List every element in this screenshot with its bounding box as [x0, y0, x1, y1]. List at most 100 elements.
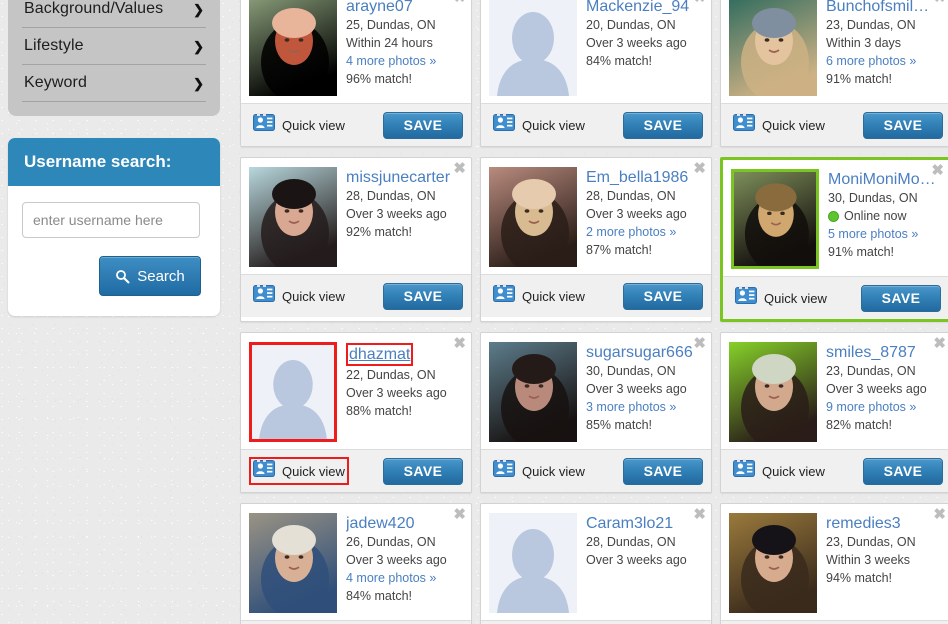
avatar[interactable]: [249, 167, 337, 267]
profile-username-link[interactable]: Caram3lo21: [586, 514, 673, 533]
profile-username-link[interactable]: jadew420: [346, 514, 415, 533]
more-photos-link[interactable]: 5 more photos »: [828, 225, 941, 243]
match-percent: 84% match!: [346, 589, 413, 603]
profile-age-location: 23, Dundas, ON: [826, 364, 916, 378]
search-button[interactable]: Search: [99, 256, 201, 296]
save-button[interactable]: SAVE: [863, 111, 943, 139]
profile-card[interactable]: ✖ Bunchofsmil… 23, Dundas, ON Within 3 days…: [720, 0, 948, 147]
profile-card[interactable]: ✖ smiles_8787 23, Dundas, ON Over 3 weeks a…: [720, 332, 948, 493]
close-icon[interactable]: ✖: [453, 161, 466, 176]
avatar[interactable]: [249, 513, 337, 613]
profile-username-link[interactable]: smiles_8787: [826, 343, 916, 362]
avatar[interactable]: [729, 342, 817, 442]
save-button[interactable]: SAVE: [383, 111, 463, 139]
quick-view-button[interactable]: Quick view: [489, 282, 589, 310]
save-button[interactable]: SAVE: [863, 457, 943, 485]
profile-card-body: MoniMoniMo… 30, Dundas, ON Online now 5 mor…: [723, 160, 948, 276]
quick-view-button[interactable]: Quick view: [489, 111, 589, 139]
contact-card-icon: [253, 113, 275, 137]
profile-card-actions: Quick view SAVE: [481, 449, 711, 492]
profile-details: smiles_8787 23, Dundas, ON Over 3 weeks ag…: [817, 342, 943, 442]
close-icon[interactable]: ✖: [693, 336, 706, 351]
profile-card[interactable]: ✖ jadew420 26, Dundas, ON Over 3 weeks ago 4…: [240, 503, 472, 624]
close-icon[interactable]: ✖: [693, 507, 706, 522]
save-button[interactable]: SAVE: [861, 284, 941, 312]
last-seen: Within 3 days: [826, 36, 902, 50]
quick-view-button[interactable]: Quick view: [249, 111, 349, 139]
avatar[interactable]: [249, 342, 337, 442]
more-photos-link[interactable]: 2 more photos »: [586, 223, 703, 241]
last-seen: Over 3 weeks ago: [586, 36, 687, 50]
magnifier-icon: [115, 269, 130, 284]
profile-card[interactable]: ✖ sugarsugar666 30, Dundas, ON Over 3 weeks…: [480, 332, 712, 493]
avatar[interactable]: [729, 513, 817, 613]
profile-username-link[interactable]: Em_bella1986: [586, 168, 688, 187]
quick-view-button[interactable]: Quick view: [729, 457, 829, 485]
profile-username-link[interactable]: remedies3: [826, 514, 901, 533]
profile-username-link[interactable]: dhazmat: [346, 343, 414, 366]
avatar[interactable]: [489, 342, 577, 442]
quick-view-button[interactable]: Quick view: [249, 282, 349, 310]
profile-card[interactable]: ✖ Caram3lo21 28, Dundas, ON Over 3 weeks ag…: [480, 503, 712, 624]
sidebar-filter-lifestyle[interactable]: Lifestyle ❯: [22, 28, 206, 65]
close-icon[interactable]: ✖: [693, 0, 706, 5]
profile-card[interactable]: ✖ missjunecarter 28, Dundas, ON Over 3 week…: [240, 157, 472, 322]
sidebar-filter-keyword[interactable]: Keyword ❯: [22, 65, 206, 102]
close-icon[interactable]: ✖: [933, 0, 946, 5]
profile-card[interactable]: ✖ Mackenzie_94 20, Dundas, ON Over 3 weeks …: [480, 0, 712, 147]
profile-card-actions: Quick view SAVE: [481, 103, 711, 146]
chevron-right-icon: ❯: [193, 38, 204, 54]
more-photos-link[interactable]: 6 more photos »: [826, 52, 943, 70]
profile-card[interactable]: ✖ Em_bella1986 28, Dundas, ON Over 3 weeks …: [480, 157, 712, 322]
contact-card-icon: [733, 113, 755, 137]
avatar[interactable]: [489, 0, 577, 96]
profile-age-location: 30, Dundas, ON: [828, 191, 918, 205]
profile-age-location: 20, Dundas, ON: [586, 18, 676, 32]
sidebar-filter-background-values[interactable]: Background/Values ❯: [22, 0, 206, 28]
avatar[interactable]: [249, 0, 337, 96]
profile-card[interactable]: ✖ dhazmat 22, Dundas, ON Over 3 weeks ago 88…: [240, 332, 472, 493]
more-photos-link[interactable]: 4 more photos »: [346, 52, 463, 70]
profile-username-link[interactable]: arayne07: [346, 0, 413, 16]
close-icon[interactable]: ✖: [453, 507, 466, 522]
profile-username-link[interactable]: sugarsugar666: [586, 343, 693, 362]
results-page: Background/Values ❯ Lifestyle ❯ Keyword …: [0, 0, 948, 624]
close-icon[interactable]: ✖: [453, 336, 466, 351]
match-percent: 87% match!: [586, 243, 653, 257]
profile-username-link[interactable]: Mackenzie_94: [586, 0, 689, 16]
profile-card-body: missjunecarter 28, Dundas, ON Over 3 weeks…: [241, 158, 471, 274]
avatar[interactable]: [489, 513, 577, 613]
save-button[interactable]: SAVE: [623, 282, 703, 310]
profile-username-link[interactable]: MoniMoniMo…: [828, 170, 936, 189]
save-button[interactable]: SAVE: [383, 282, 463, 310]
more-photos-link[interactable]: 3 more photos »: [586, 398, 703, 416]
close-icon[interactable]: ✖: [693, 161, 706, 176]
avatar[interactable]: [729, 0, 817, 96]
close-icon[interactable]: ✖: [453, 0, 466, 5]
quick-view-button[interactable]: Quick view: [729, 111, 829, 139]
avatar[interactable]: [731, 169, 819, 269]
contact-card-icon: [735, 286, 757, 310]
match-percent: 96% match!: [346, 72, 413, 86]
profile-username-link[interactable]: Bunchofsmil…: [826, 0, 929, 16]
save-button[interactable]: SAVE: [383, 457, 463, 485]
save-button[interactable]: SAVE: [623, 111, 703, 139]
more-photos-link[interactable]: 9 more photos »: [826, 398, 943, 416]
quick-view-button[interactable]: Quick view: [731, 284, 831, 312]
username-search-input[interactable]: [22, 202, 200, 238]
save-button[interactable]: SAVE: [623, 457, 703, 485]
close-icon[interactable]: ✖: [931, 163, 944, 178]
close-icon[interactable]: ✖: [933, 507, 946, 522]
close-icon[interactable]: ✖: [933, 336, 946, 351]
avatar[interactable]: [489, 167, 577, 267]
profile-age-location: 25, Dundas, ON: [346, 18, 436, 32]
quick-view-button[interactable]: Quick view: [489, 457, 589, 485]
profile-card[interactable]: ✖ arayne07 25, Dundas, ON Within 24 hours 4 …: [240, 0, 472, 147]
profile-username-link[interactable]: missjunecarter: [346, 168, 450, 187]
quick-view-label: Quick view: [522, 463, 585, 479]
profile-card[interactable]: ✖ MoniMoniMo… 30, Dundas, ON Online now 5 mo…: [720, 157, 948, 322]
profile-card-body: Bunchofsmil… 23, Dundas, ON Within 3 days 6…: [721, 0, 948, 103]
more-photos-link[interactable]: 4 more photos »: [346, 569, 463, 587]
quick-view-button[interactable]: Quick view: [249, 457, 349, 485]
profile-card[interactable]: ✖ remedies3 23, Dundas, ON Within 3 weeks 94…: [720, 503, 948, 624]
